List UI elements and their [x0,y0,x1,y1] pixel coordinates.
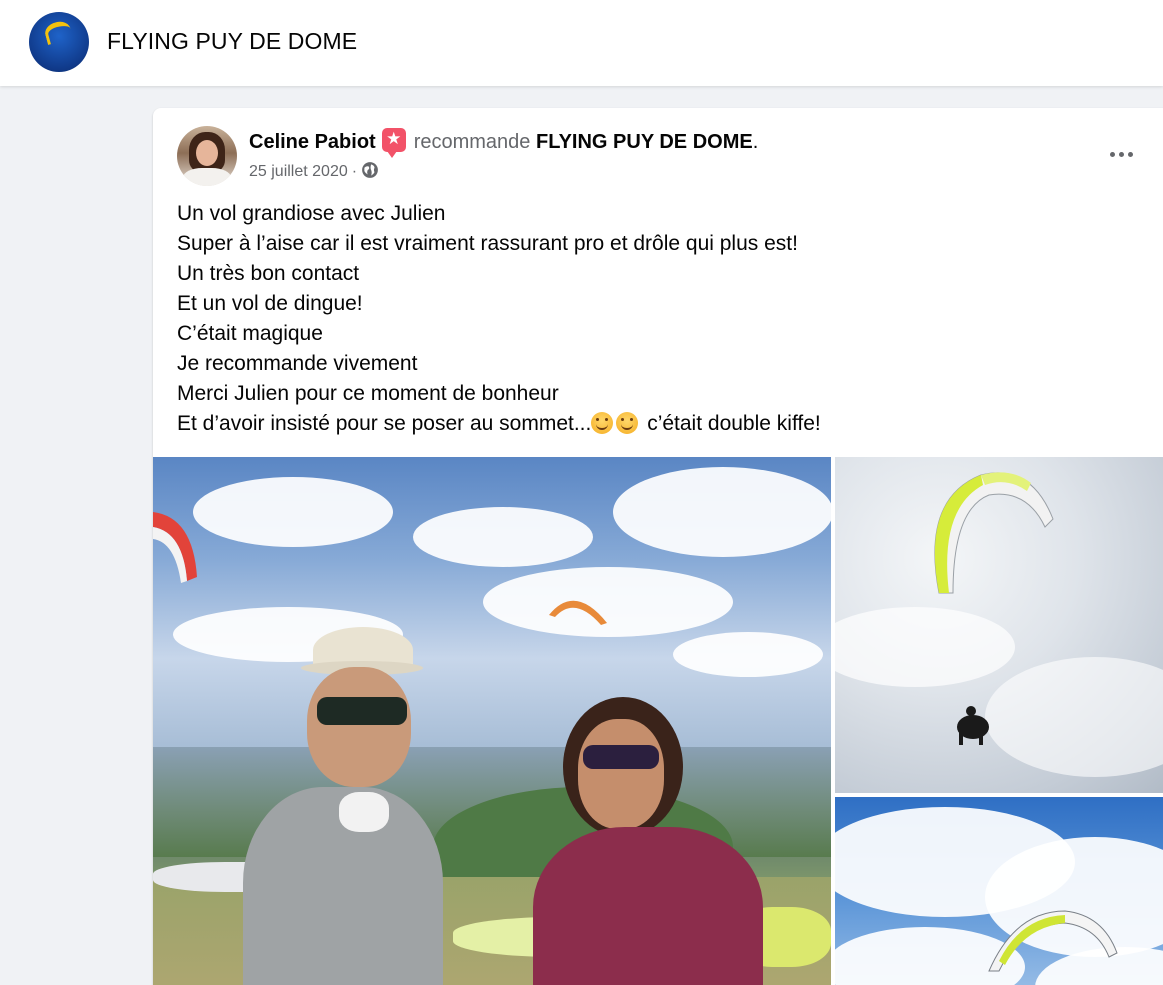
smiling-face-emoji-icon [591,412,614,434]
post-text-line: Super à l’aise car il est vraiment rassu… [177,232,798,255]
post-date-link[interactable]: 25 juillet 2020 [249,163,348,180]
recommends-label: recommande [413,131,531,153]
page-header: FLYING PUY DE DOME [0,0,1163,86]
header-period: . [752,131,759,153]
post-header-line: Celine Pabiot ★ recommande FLYING PUY DE D… [249,128,759,158]
recommended-page-link[interactable]: FLYING PUY DE DOME [536,131,753,153]
globe-icon[interactable] [361,161,379,179]
post-text-segment: Et d’avoir insisté pour se poser au somm… [177,412,592,435]
post-text-line: Je recommande vivement [177,352,418,375]
paraglider-blue-sky-photo[interactable] [835,797,1163,985]
orange-wing-icon [549,600,607,625]
page-logo[interactable] [29,12,89,72]
post-text-line: Un vol grandiose avec Julien [177,202,446,225]
paraglider-wing-icon [934,472,1054,594]
post-body: Un vol grandiose avec Julien Super à l’a… [177,199,1157,439]
post-text-line: Merci Julien pour ce moment de bonheur [177,382,559,405]
woman-figure [523,697,783,985]
man-figure [243,617,443,985]
more-options-icon[interactable] [1103,136,1139,172]
author-avatar[interactable] [177,126,237,186]
post-text-line: Et d’avoir insisté pour se poser au somm… [177,409,1157,439]
pilot-silhouette-icon [957,706,989,745]
review-post: Celine Pabiot ★ recommande FLYING PUY DE D… [153,108,1163,985]
paraglider-in-clouds-photo[interactable] [835,457,1163,793]
recommend-star-icon: ★ [381,128,406,158]
post-text-line: C’était magique [177,322,323,345]
meta-separator: · [351,163,358,180]
red-wing-icon [153,512,197,583]
smiling-face-emoji-icon [616,412,639,434]
post-text-line: Et un vol de dingue! [177,292,363,315]
post-text-segment: c’était double kiffe! [641,412,821,435]
page-title[interactable]: FLYING PUY DE DOME [107,28,357,55]
post-text-line: Un très bon contact [177,262,360,285]
post-meta: 25 juillet 2020 · [249,161,379,181]
paraglider-logo-icon [42,18,74,46]
paraglider-wing-icon [988,910,1118,972]
two-people-on-summit-photo[interactable] [153,457,831,985]
author-name-link[interactable]: Celine Pabiot [249,131,376,153]
